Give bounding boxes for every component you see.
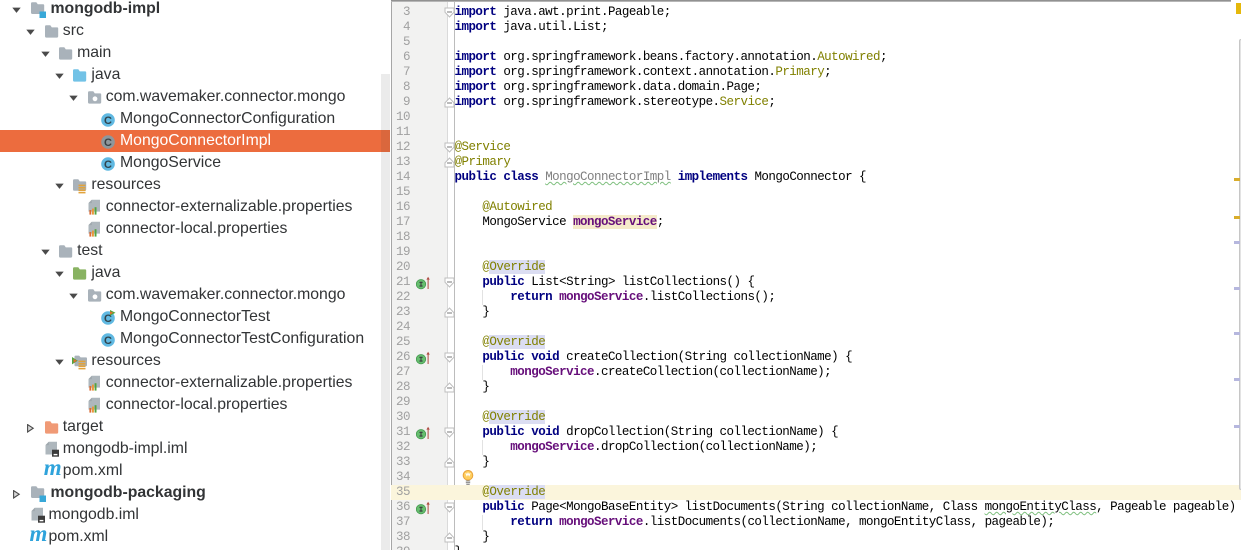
svg-text:C: C (104, 136, 112, 148)
svg-text:C: C (104, 114, 112, 126)
svg-text:C: C (104, 158, 112, 170)
svg-text:C: C (104, 334, 112, 346)
